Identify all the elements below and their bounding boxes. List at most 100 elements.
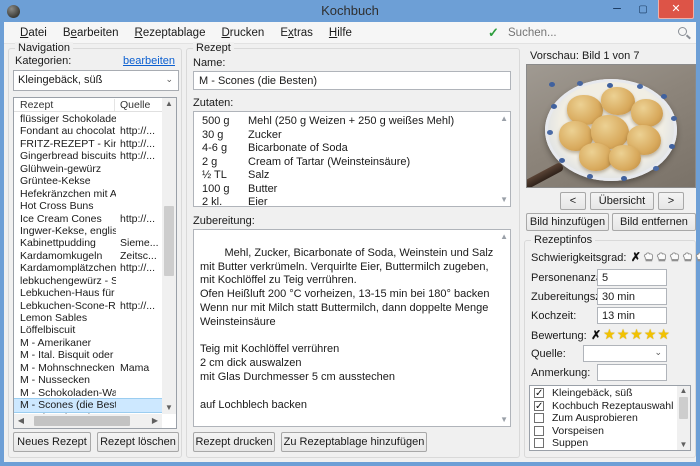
table-row[interactable]: flüssiger Schokoladenkuch... bbox=[14, 113, 162, 125]
checklist-item[interactable]: Hauptgerichte bbox=[530, 450, 677, 452]
checkbox-checked-icon[interactable]: ✓ bbox=[534, 388, 544, 398]
table-row[interactable]: lebkuchengewürz - Spekul... bbox=[14, 275, 162, 287]
table-row[interactable]: M - Ital. Bisquit oder Mand... bbox=[14, 349, 162, 361]
checklist-item[interactable]: ✓Kochbuch Rezeptauswahl bbox=[530, 400, 677, 413]
difficulty-clear-icon[interactable]: ✗ bbox=[631, 250, 641, 264]
category-dropdown[interactable]: Kleingebäck, süß ⌄ bbox=[13, 70, 179, 91]
table-row[interactable]: Lebkuchen-Scone-Rezepthttp://... bbox=[14, 300, 162, 312]
checkbox-unchecked-icon[interactable] bbox=[534, 451, 544, 452]
menu-item-datei[interactable]: Datei bbox=[12, 24, 55, 42]
chef-hat-icon[interactable] bbox=[643, 251, 655, 263]
add-image-button[interactable]: Bild hinzufügen bbox=[526, 213, 609, 231]
checklist-item[interactable]: ✓Kleingebäck, süß bbox=[530, 387, 677, 400]
table-row[interactable]: Hot Cross Buns bbox=[14, 200, 162, 212]
cook-time-field[interactable]: 13 min bbox=[597, 307, 667, 324]
table-row[interactable]: Hefekränzchen mit Anis un... bbox=[14, 188, 162, 200]
table-row[interactable]: KabinettpuddingSieme... bbox=[14, 237, 162, 249]
table-row[interactable]: M - MohnschneckenMama bbox=[14, 362, 162, 374]
preparation-scroll-up-icon[interactable]: ▲ bbox=[500, 232, 508, 241]
table-row[interactable]: Ingwer-Kekse, englisch bbox=[14, 225, 162, 237]
preview-image[interactable] bbox=[526, 64, 696, 188]
scroll-up-icon[interactable]: ▲ bbox=[677, 386, 690, 396]
checklist-scrollbar[interactable]: ▲ ▼ bbox=[677, 386, 690, 450]
remove-image-button[interactable]: Bild entfernen bbox=[612, 213, 696, 231]
menu-item-drucken[interactable]: Drucken bbox=[213, 24, 272, 42]
table-row[interactable]: Lebkuchen-Haus für Kaffe... bbox=[14, 287, 162, 299]
table-row[interactable]: M - Amerikaner bbox=[14, 337, 162, 349]
table-row[interactable]: KardamomkugelnZeitsc... bbox=[14, 250, 162, 262]
checkbox-unchecked-icon[interactable] bbox=[534, 426, 544, 436]
overview-button[interactable]: Übersicht bbox=[590, 192, 654, 210]
title-bar[interactable]: Kochbuch – ▢ ✕ bbox=[0, 0, 700, 22]
chef-hat-icon[interactable] bbox=[669, 251, 681, 263]
preparation-scroll-down-icon[interactable]: ▼ bbox=[500, 415, 508, 424]
table-row[interactable]: M - Nussecken bbox=[14, 374, 162, 386]
table-row[interactable]: FRITZ-REZEPT - Kinder...http://... bbox=[14, 138, 162, 150]
scroll-down-icon[interactable]: ▼ bbox=[162, 403, 176, 413]
checkbox-unchecked-icon[interactable] bbox=[534, 438, 544, 448]
source-dropdown[interactable]: ⌄ bbox=[583, 345, 667, 362]
menu-item-bearbeiten[interactable]: Bearbeiten bbox=[55, 24, 127, 42]
rating-clear-icon[interactable]: ✗ bbox=[591, 328, 601, 342]
chef-hat-icon[interactable] bbox=[695, 251, 700, 263]
add-to-tray-button[interactable]: Zu Rezeptablage hinzufügen bbox=[281, 432, 427, 452]
checkbox-unchecked-icon[interactable] bbox=[534, 413, 544, 423]
prep-time-field[interactable]: 30 min bbox=[597, 288, 667, 305]
table-row[interactable]: Glühwein-gewürz bbox=[14, 163, 162, 175]
delete-recipe-button[interactable]: Rezept löschen bbox=[97, 432, 179, 452]
hscroll-thumb[interactable] bbox=[34, 416, 130, 426]
table-row[interactable]: M - Scones (die Besten) bbox=[14, 399, 162, 411]
persons-field[interactable]: 5 bbox=[597, 269, 667, 286]
table-row[interactable]: M - Schokoladen-Walnuss-... bbox=[14, 387, 162, 399]
checklist-item[interactable]: Suppen bbox=[530, 437, 677, 450]
chef-hat-icon[interactable] bbox=[682, 251, 694, 263]
recipe-list-header[interactable]: Rezept Quelle bbox=[14, 98, 162, 112]
next-image-button[interactable]: > bbox=[658, 192, 684, 210]
menu-item-hilfe[interactable]: Hilfe bbox=[321, 24, 360, 42]
rating-star-icons[interactable]: ★★★★★ bbox=[603, 326, 671, 342]
ingredients-box[interactable]: 500 gMehl (250 g Weizen + 250 g weißes M… bbox=[193, 111, 511, 207]
ingredients-scroll-down-icon[interactable]: ▼ bbox=[500, 195, 508, 204]
column-header-recipe[interactable]: Rezept bbox=[20, 99, 53, 111]
search-input[interactable] bbox=[508, 24, 666, 41]
ingredients-scroll-up-icon[interactable]: ▲ bbox=[500, 114, 508, 123]
table-row[interactable]: Lemon Sables bbox=[14, 312, 162, 324]
scroll-up-icon[interactable]: ▲ bbox=[162, 99, 176, 109]
scroll-right-icon[interactable]: ▶ bbox=[148, 416, 162, 426]
menu-item-extras[interactable]: Extras bbox=[272, 24, 321, 42]
checkbox-checked-icon[interactable]: ✓ bbox=[534, 401, 544, 411]
scroll-down-icon[interactable]: ▼ bbox=[677, 440, 690, 450]
new-recipe-button[interactable]: Neues Rezept bbox=[13, 432, 91, 452]
table-row[interactable]: Grüntee-Kekse bbox=[14, 175, 162, 187]
recipe-list-vscrollbar[interactable]: ▲ ▼ bbox=[162, 98, 176, 414]
edit-categories-link[interactable]: bearbeiten bbox=[123, 55, 175, 67]
chef-hat-icon[interactable] bbox=[656, 251, 668, 263]
search-icon[interactable] bbox=[678, 27, 687, 36]
checklist-item-label: Suppen bbox=[552, 437, 588, 449]
close-button[interactable]: ✕ bbox=[658, 0, 694, 19]
table-row[interactable]: Ice Cream Coneshttp://... bbox=[14, 213, 162, 225]
category-checklist[interactable]: ✓Kleingebäck, süß✓Kochbuch Rezeptauswahl… bbox=[529, 385, 691, 451]
table-row[interactable]: Fondant au chocolat (Scho...http://... bbox=[14, 125, 162, 137]
checklist-scroll-thumb[interactable] bbox=[679, 397, 688, 419]
scroll-left-icon[interactable]: ◀ bbox=[14, 416, 28, 426]
menu-item-rezeptablage[interactable]: Rezeptablage bbox=[127, 24, 214, 42]
checklist-item[interactable]: Vorspeisen bbox=[530, 425, 677, 438]
checklist-item[interactable]: Zum Ausprobieren bbox=[530, 412, 677, 425]
previous-image-button[interactable]: < bbox=[560, 192, 586, 210]
table-row[interactable]: Gingerbread biscuitshttp://... bbox=[14, 150, 162, 162]
recipe-list[interactable]: Rezept Quelle flüssiger Schokoladenkuch.… bbox=[13, 97, 177, 429]
print-recipe-button[interactable]: Rezept drucken bbox=[193, 432, 275, 452]
vscroll-thumb[interactable] bbox=[164, 206, 174, 276]
minimize-button[interactable]: – bbox=[604, 0, 630, 20]
difficulty-hat-icons[interactable] bbox=[643, 248, 700, 265]
column-header-source[interactable]: Quelle bbox=[120, 99, 150, 111]
preparation-box[interactable]: Mehl, Zucker, Bicarbonate of Soda, Weins… bbox=[193, 229, 511, 427]
plate-pattern bbox=[549, 82, 555, 87]
table-row[interactable]: Kardamomplätzchenhttp://... bbox=[14, 262, 162, 274]
maximize-button[interactable]: ▢ bbox=[630, 0, 656, 20]
recipe-name-field[interactable]: M - Scones (die Besten) bbox=[193, 71, 511, 90]
recipe-list-hscrollbar[interactable]: ◀ ▶ bbox=[14, 414, 162, 428]
note-field[interactable] bbox=[597, 364, 667, 381]
table-row[interactable]: Löffelbiscuit bbox=[14, 324, 162, 336]
